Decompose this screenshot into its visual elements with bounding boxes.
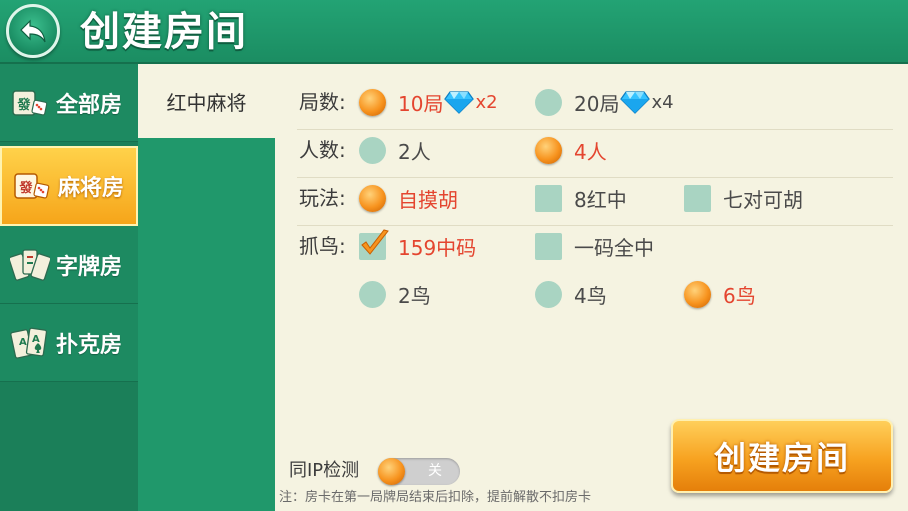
players-option-4[interactable]: 4人 (535, 126, 607, 174)
checkmark-icon (361, 228, 389, 255)
option-text: 七对可胡 (723, 187, 803, 212)
rounds-option-10[interactable]: 10局 x2 (359, 78, 498, 126)
game-type-list: 红中麻将 (138, 64, 275, 511)
top-bar: 创建房间 (0, 0, 908, 64)
word-cards-icon (10, 245, 50, 285)
option-text: 4鸟 (574, 283, 607, 308)
sidebar-item-all-rooms[interactable]: 發 全部房 (0, 64, 138, 142)
play-option-8-hongzhong[interactable]: 8红中 (535, 174, 627, 222)
radio-unselected[interactable] (359, 280, 386, 308)
option-text: 2人 (398, 139, 431, 164)
same-ip-check-label: 同IP检测 (289, 460, 360, 481)
players-row: 人数: 2人 4人 (275, 126, 893, 174)
option-text: 159中码 (398, 235, 477, 260)
sidebar-item-label: 全部房 (56, 92, 123, 118)
svg-text:發: 發 (18, 180, 32, 196)
create-room-button[interactable]: 创建房间 (671, 419, 893, 493)
play-option-self-draw[interactable]: 自摸胡 (359, 174, 458, 222)
checkbox-checked[interactable] (359, 228, 389, 260)
birds-option-4[interactable]: 4鸟 (535, 270, 607, 318)
toggle-knob[interactable] (378, 458, 405, 485)
game-tab-hongzhong-mahjong[interactable]: 红中麻将 (138, 64, 275, 138)
diamond-icon (620, 91, 651, 114)
birds-option-one-code[interactable]: 一码全中 (535, 222, 654, 270)
svg-text:A: A (32, 334, 40, 345)
radio-unselected[interactable] (359, 136, 386, 164)
room-card-note: 注：房卡在第一局牌局结束后扣除，提前解散不扣房卡 (279, 490, 592, 505)
birds-option-6[interactable]: 6鸟 (684, 270, 756, 318)
page-title: 创建房间 (80, 9, 248, 55)
option-text: 4人 (574, 139, 607, 164)
sidebar-item-word-card-rooms[interactable]: 字牌房 (0, 226, 138, 304)
back-arrow-icon (20, 19, 46, 43)
room-category-sidebar: 發 全部房 發 麻将房 字牌房 A A 扑克房 (0, 64, 138, 511)
play-mode-label: 玩法: (299, 186, 346, 210)
svg-text:發: 發 (16, 97, 30, 113)
sidebar-item-mahjong-rooms[interactable]: 發 麻将房 (0, 146, 138, 226)
sidebar-item-label: 扑克房 (56, 332, 123, 358)
mahjong-tile-dice-icon: 發 (10, 83, 50, 123)
sidebar-item-poker-rooms[interactable]: A A 扑克房 (0, 304, 138, 382)
option-text: 2鸟 (398, 283, 431, 308)
option-text: 自摸胡 (398, 187, 458, 212)
birds-label: 抓鸟: (299, 234, 346, 258)
toggle-state-text: 关 (428, 463, 442, 479)
option-text: 10局 (398, 91, 444, 116)
players-option-2[interactable]: 2人 (359, 126, 431, 174)
poker-cards-icon: A A (10, 323, 50, 363)
checkbox-unchecked[interactable] (684, 184, 711, 212)
checkbox-unchecked[interactable] (535, 232, 562, 260)
option-text: 20局 (574, 91, 620, 116)
back-button[interactable] (6, 4, 60, 58)
radio-selected[interactable] (359, 88, 386, 116)
birds-option-2[interactable]: 2鸟 (359, 270, 431, 318)
birds-row: 抓鸟: 159中码 一码全中 (275, 222, 893, 270)
radio-selected[interactable] (359, 184, 386, 212)
radio-unselected[interactable] (535, 88, 562, 116)
diamond-icon (444, 91, 475, 114)
sidebar-item-label: 字牌房 (56, 254, 123, 280)
mahjong-tile-dice-icon: 發 (12, 166, 52, 206)
same-ip-toggle[interactable]: 关 (378, 458, 460, 485)
radio-unselected[interactable] (535, 280, 562, 308)
option-text: 一码全中 (574, 235, 654, 260)
play-mode-row: 玩法: 自摸胡 8红中 七对可胡 (275, 174, 893, 222)
play-option-seven-pairs[interactable]: 七对可胡 (684, 174, 803, 222)
option-text: 8红中 (574, 187, 627, 212)
sidebar-item-label: 麻将房 (58, 176, 125, 201)
birds-count-row: 2鸟 4鸟 6鸟 (275, 270, 893, 318)
radio-selected[interactable] (535, 136, 562, 164)
rounds-option-20[interactable]: 20局 x4 (535, 78, 674, 126)
multiplier-text: x4 (651, 91, 674, 113)
players-label: 人数: (299, 138, 346, 162)
multiplier-text: x2 (475, 91, 498, 113)
birds-option-159[interactable]: 159中码 (359, 222, 476, 270)
checkbox-unchecked[interactable] (535, 184, 562, 212)
rounds-row: 局数: 10局 x2 20局 x4 (275, 78, 893, 126)
radio-selected[interactable] (684, 280, 711, 308)
svg-text:A: A (19, 337, 27, 348)
rounds-label: 局数: (299, 90, 346, 114)
option-text: 6鸟 (723, 283, 756, 308)
create-room-button-label: 创建房间 (713, 439, 850, 477)
